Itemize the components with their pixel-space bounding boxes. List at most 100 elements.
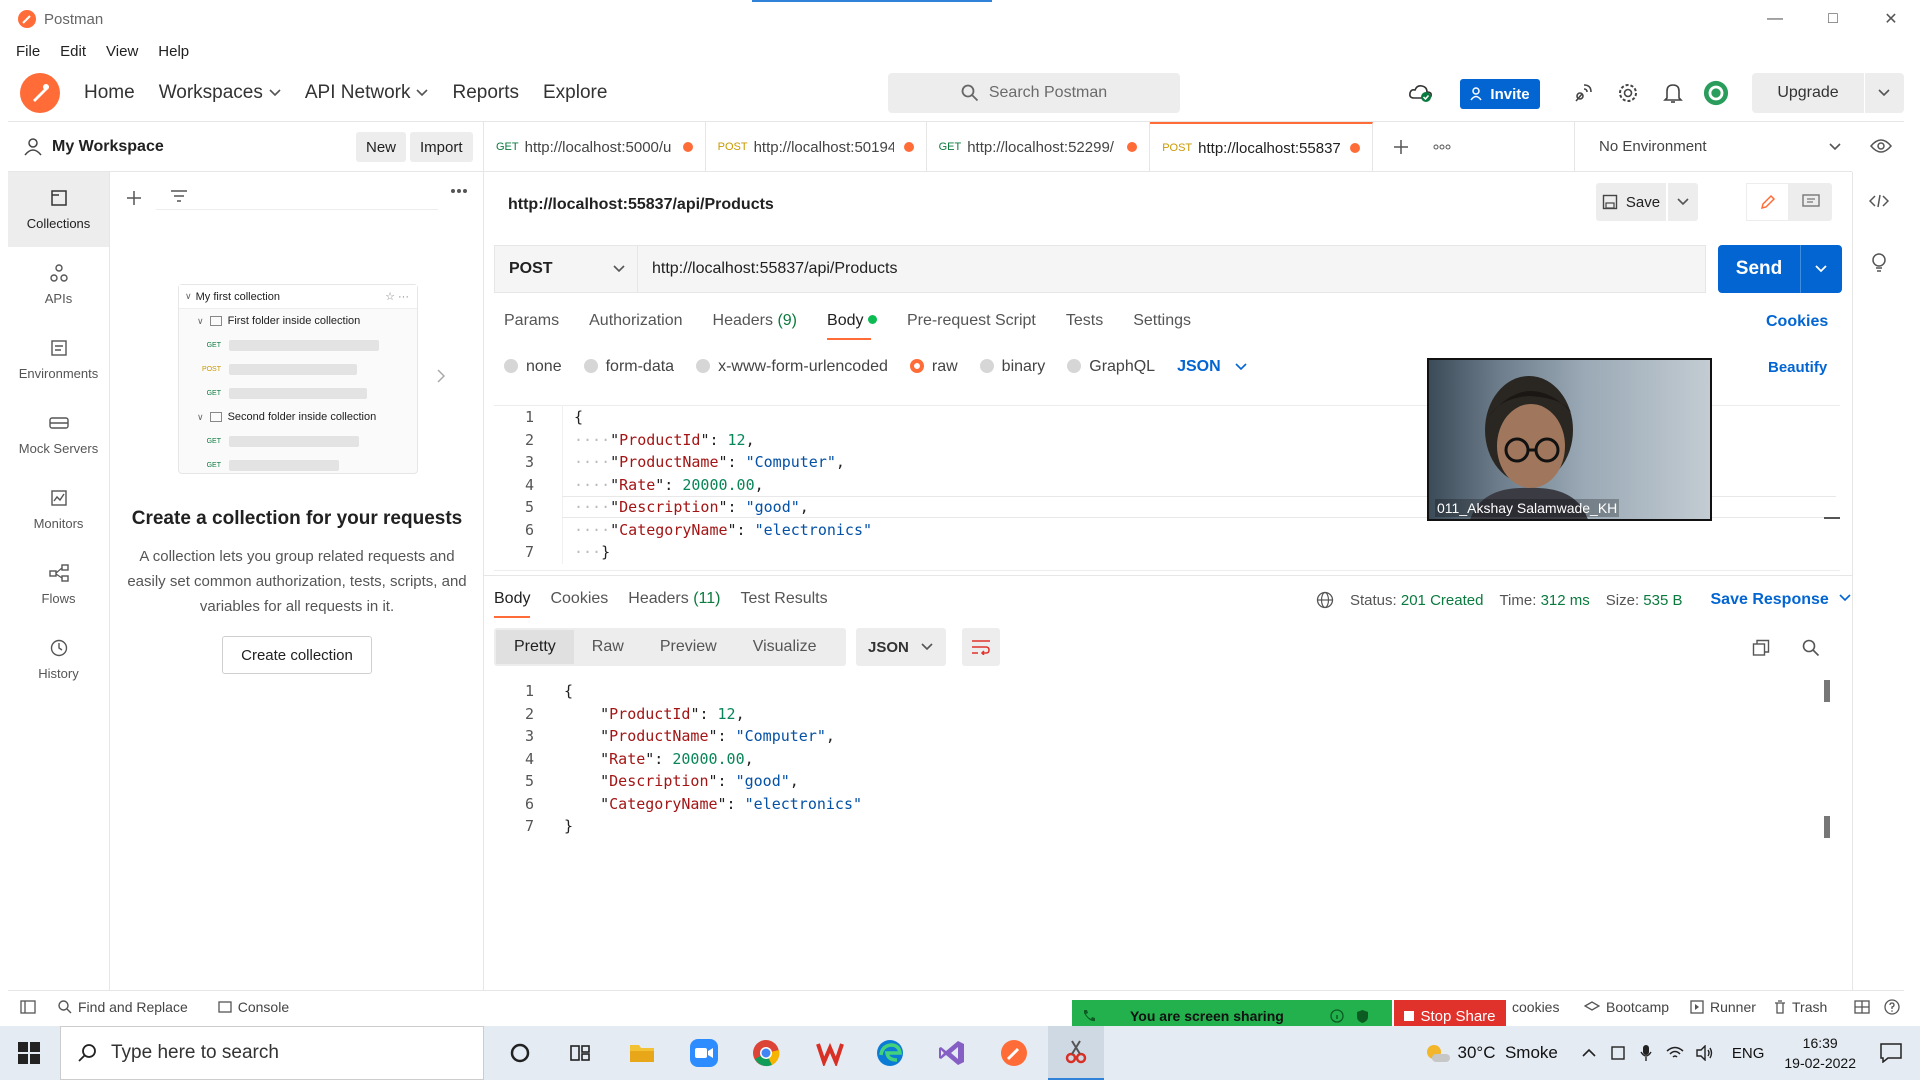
bell-icon[interactable] [1660,80,1686,106]
gear-icon[interactable] [1615,80,1641,106]
sidebar-item-environments[interactable]: Environments [8,322,109,397]
trash-button[interactable]: Trash [1774,999,1827,1015]
sidebar-toggle-icon[interactable] [20,999,36,1014]
snipping-tool-icon[interactable] [1048,1026,1104,1080]
maximize-button[interactable]: □ [1804,0,1862,38]
pane-divider[interactable] [484,575,1852,576]
view-pretty[interactable]: Pretty [496,630,574,664]
clock[interactable]: 16:39 19-02-2022 [1784,1033,1856,1073]
satellite-icon[interactable] [1570,80,1596,106]
response-tab-headers[interactable]: Headers (11) [628,590,720,608]
send-button[interactable]: Send [1718,245,1842,293]
radio-form-data[interactable]: form-data [583,358,674,376]
globe-icon[interactable] [1316,591,1334,609]
runner-button[interactable]: Runner [1690,999,1756,1015]
visual-studio-icon[interactable] [924,1026,980,1080]
add-tab-button[interactable] [1373,122,1429,172]
menu-file[interactable]: File [16,43,40,60]
cookies-link[interactable]: Cookies [1766,313,1828,331]
create-collection-button[interactable]: Create collection [222,636,372,674]
tab-headers[interactable]: Headers (9) [713,312,798,330]
request-tab[interactable]: GET http://localhost:52299/ [927,122,1151,172]
body-format-select[interactable]: JSON [1177,358,1247,376]
sidebar-item-monitors[interactable]: Monitors [8,472,109,547]
nav-reports[interactable]: Reports [452,82,519,104]
save-dropdown[interactable] [1668,183,1698,221]
bootcamp-button[interactable]: Bootcamp [1584,999,1669,1015]
menu-edit[interactable]: Edit [60,43,86,60]
eye-icon[interactable] [1870,138,1892,154]
radio-graphql[interactable]: GraphQL [1067,358,1155,376]
console-button[interactable]: Console [218,999,289,1015]
sidebar-item-apis[interactable]: APIs [8,247,109,322]
language-indicator[interactable]: ENG [1732,1045,1765,1062]
chevron-right-icon[interactable] [436,368,446,384]
video-call-tile[interactable]: 011_Akshay Salamwade_KH [1427,358,1712,521]
sidebar-item-flows[interactable]: Flows [8,547,109,622]
scrollbar-thumb[interactable] [1824,517,1840,519]
nav-explore[interactable]: Explore [543,82,607,104]
request-tab-active[interactable]: POST http://localhost:55837 [1150,122,1374,172]
menu-view[interactable]: View [106,43,138,60]
nav-home[interactable]: Home [84,82,135,104]
lightbulb-icon[interactable] [1870,252,1888,274]
find-replace-button[interactable]: Find and Replace [58,999,188,1015]
request-tab[interactable]: GET http://localhost:5000/u [484,122,706,172]
view-visualize[interactable]: Visualize [735,630,835,664]
radio-binary[interactable]: binary [979,358,1045,376]
beautify-link[interactable]: Beautify [1768,359,1827,376]
nav-api-network[interactable]: API Network [305,82,429,104]
scrollbar-thumb[interactable] [1824,680,1830,702]
workspace-name[interactable]: My Workspace [52,138,164,156]
response-tab-body[interactable]: Body [494,590,531,618]
tab-body[interactable]: Body [827,312,877,340]
sidebar-item-collections[interactable]: Collections [8,172,109,247]
search-icon[interactable] [1802,639,1820,657]
chevron-up-icon[interactable] [1582,1048,1596,1058]
chrome-icon[interactable] [738,1026,794,1080]
status-info[interactable]: Status: 201 Created [1350,592,1483,609]
close-button[interactable]: ✕ [1862,0,1920,38]
more-options-icon[interactable] [450,188,468,194]
save-button[interactable]: Save [1596,183,1666,221]
postman-taskbar-icon[interactable] [986,1026,1042,1080]
response-body-viewer[interactable]: 1234567 { "ProductId": 12, "ProductName"… [494,680,1840,980]
edit-icon[interactable] [1746,183,1789,221]
file-explorer-icon[interactable] [614,1026,670,1080]
add-icon[interactable] [126,190,142,206]
layout-icon[interactable] [1854,999,1870,1014]
taskbar-search-input[interactable]: Type here to search [60,1026,484,1080]
environment-selector[interactable]: No Environment [1574,122,1852,172]
radio-urlencoded[interactable]: x-www-form-urlencoded [696,358,888,376]
code-icon[interactable] [1869,194,1889,208]
avatar[interactable] [1703,80,1729,106]
copy-icon[interactable] [1752,639,1770,657]
radio-none[interactable]: none [504,358,562,376]
url-input[interactable]: http://localhost:55837/api/Products [638,245,1706,293]
save-response-button[interactable]: Save Response [1711,591,1852,609]
size-info[interactable]: Size: 535 B [1606,592,1683,609]
menu-help[interactable]: Help [158,43,189,60]
time-info[interactable]: Time: 312 ms [1499,592,1589,609]
tab-settings[interactable]: Settings [1133,312,1191,330]
radio-raw[interactable]: raw [909,358,958,376]
task-view-icon[interactable] [552,1026,608,1080]
microphone-icon[interactable] [1640,1044,1652,1062]
view-preview[interactable]: Preview [642,630,735,664]
cortana-icon[interactable] [492,1026,548,1080]
windows-start-icon[interactable] [18,1042,40,1064]
response-format-select[interactable]: JSON [856,628,946,666]
wifi-icon[interactable] [1666,1046,1684,1060]
view-raw[interactable]: Raw [574,630,642,664]
edge-icon[interactable] [862,1026,918,1080]
response-tab-cookies[interactable]: Cookies [550,590,608,608]
sidebar-item-history[interactable]: History [8,622,109,697]
meet-now-icon[interactable] [1610,1045,1626,1061]
request-tab[interactable]: POST http://localhost:50194 [706,122,927,172]
weather-text[interactable]: 30°C Smoke [1458,1043,1558,1063]
winrar-icon[interactable] [802,1026,858,1080]
request-title[interactable]: http://localhost:55837/api/Products [508,196,774,214]
postman-logo[interactable] [20,72,60,113]
notifications-icon[interactable] [1880,1043,1902,1063]
tab-pre-request-script[interactable]: Pre-request Script [907,312,1036,330]
